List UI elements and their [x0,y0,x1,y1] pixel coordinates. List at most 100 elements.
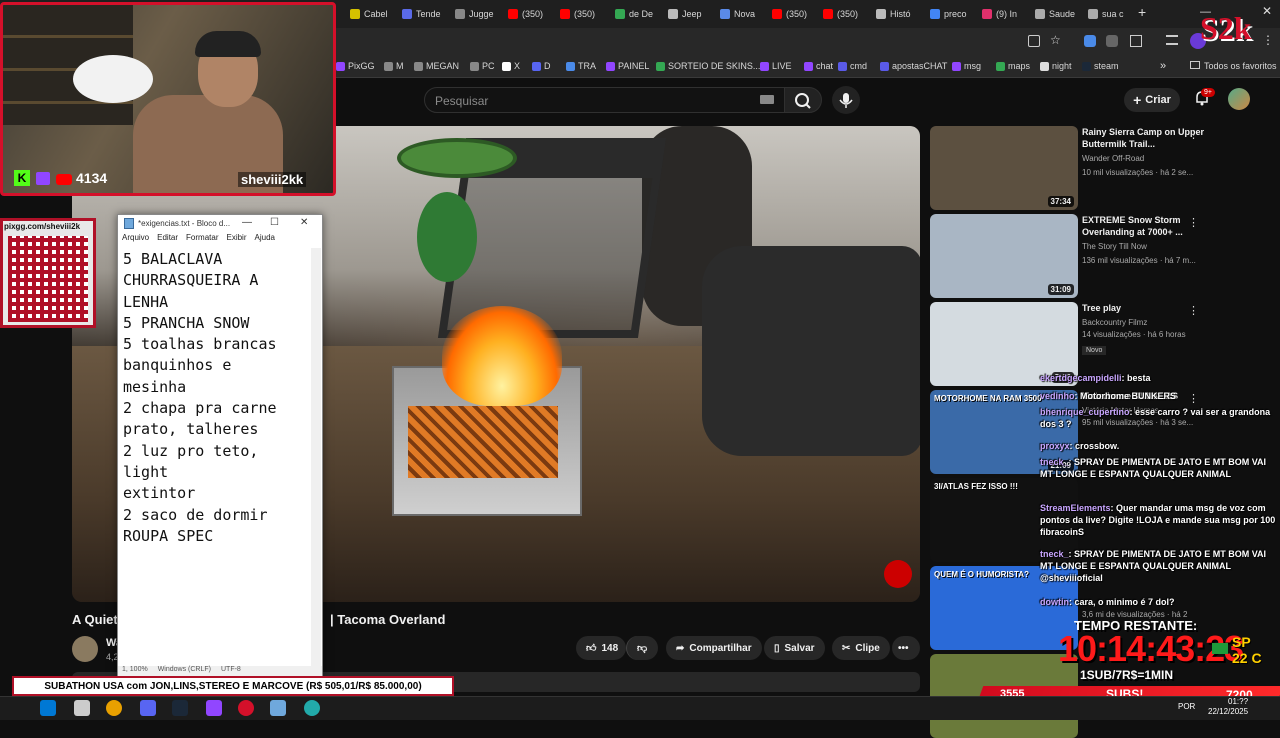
save-button[interactable]: ▯ Salvar [764,636,825,660]
clip-button[interactable]: ✂ Clipe [832,636,890,660]
bookmark-item[interactable]: TRA [566,61,596,71]
recommendation-channel[interactable]: The Story Till Now [1082,242,1147,251]
bookmark-item[interactable]: MEGAN [414,61,459,71]
browser-tab[interactable]: (350) [823,5,871,23]
browser-tab[interactable]: (350) [560,5,608,23]
system-clock[interactable]: 01:?? 22/12/2025 [1208,697,1248,717]
bookmark-item[interactable]: chat [804,61,833,71]
all-favorites-folder[interactable]: Todos os favoritos [1190,61,1277,71]
notepad-close-button[interactable]: ✕ [300,217,308,228]
recommendation-thumbnail[interactable]: 37:34 [930,126,1078,210]
bookmark-item[interactable]: M [384,61,404,71]
bookmark-item[interactable]: X [502,61,520,71]
bookmark-item[interactable]: maps [996,61,1030,71]
browser-tab[interactable]: Jugge [455,5,503,23]
chrome-icon[interactable] [106,700,122,716]
extension-icon[interactable] [1084,35,1096,47]
recommendation-menu-icon[interactable]: ⋮ [1188,216,1199,229]
notepad-scrollbar[interactable] [311,248,321,666]
recommendation-thumbnail[interactable]: 31:09 [930,214,1078,298]
browser-tab[interactable]: de De [615,5,663,23]
recommendation-title[interactable]: Rainy Sierra Camp on Upper Buttermilk Tr… [1082,126,1224,150]
extension-icon[interactable] [1106,35,1118,47]
browser-tab[interactable]: Tende [402,5,450,23]
bookmark-favicon-icon [470,61,479,71]
dislike-button[interactable]: 👎︎ [626,636,658,660]
recommendation-channel[interactable]: Wander Off-Road [1082,154,1144,163]
menu-edit[interactable]: Editar [157,233,178,247]
browser-tab[interactable]: (9) In [982,5,1030,23]
menu-view[interactable]: Exibir [226,233,246,247]
recommendation-item[interactable]: 37:34 Rainy Sierra Camp on Upper Buttermi… [930,126,1270,210]
keyboard-icon[interactable] [760,95,774,104]
browser-tab[interactable]: Saude [1035,5,1083,23]
search-button[interactable] [784,87,822,113]
recommendation-menu-icon[interactable]: ⋮ [1188,128,1199,141]
browser-tab[interactable]: preco [930,5,978,23]
like-button[interactable]: 👍︎ 148 [576,636,626,660]
bookmark-item[interactable]: D [532,61,551,71]
chat-text: : SPRAY DE PIMENTA DE JATO E MT BOM VAI … [1040,457,1267,479]
account-avatar[interactable] [1228,88,1250,110]
browser-tab[interactable]: (350) [772,5,820,23]
browser-tab[interactable]: (350) [508,5,556,23]
bookmark-item[interactable]: LIVE [760,61,792,71]
puzzle-icon[interactable] [1130,35,1142,47]
recommendation-channel[interactable]: Backcountry Filmz [1082,318,1147,327]
recommendation-menu-icon[interactable]: ⋮ [1188,304,1199,317]
new-tab-button[interactable]: + [1138,4,1146,20]
star-icon[interactable]: ☆ [1050,33,1061,47]
subscribe-watermark-icon[interactable] [884,560,912,588]
notepad-minimize-button[interactable]: — [242,217,252,228]
store-icon[interactable] [74,700,90,716]
obs-icon[interactable] [238,700,254,716]
bookmark-item[interactable]: steam [1082,61,1119,71]
menu-kebab-icon[interactable]: ⋮ [1262,33,1274,47]
language-indicator[interactable]: POR [1178,702,1195,711]
screenshot-icon[interactable] [1028,35,1040,47]
thumbnail-text: 3I/ATLAS FEZ ISSO !!! [934,482,1018,491]
create-button[interactable]: + Criar [1124,88,1180,112]
bookmark-item[interactable]: apostasCHAT [880,61,947,71]
bookmark-item[interactable]: cmd [838,61,867,71]
search-input[interactable]: Pesquisar [424,87,786,113]
recommendation-title[interactable]: EXTREME Snow Storm Overlanding at 7000+ … [1082,214,1224,238]
tab-label: Jugge [469,9,494,19]
menu-format[interactable]: Formatar [186,233,218,247]
bookmark-item[interactable]: SORTEIO DE SKINS... [656,61,760,71]
menu-file[interactable]: Arquivo [122,233,149,247]
bookmark-item[interactable]: msg [952,61,981,71]
window-close-icon[interactable]: ✕ [1262,4,1272,18]
discord-icon[interactable] [140,700,156,716]
more-actions-button[interactable]: ••• [892,636,920,660]
channel-avatar[interactable] [72,636,98,662]
notepad-taskbar-icon[interactable] [270,700,286,716]
windows-start-icon[interactable] [40,700,56,716]
app-icon[interactable] [206,700,222,716]
bookmark-item[interactable]: night [1040,61,1072,71]
notepad-maximize-button[interactable]: ☐ [270,217,279,228]
bookmark-item[interactable]: PAINEL [606,61,649,71]
reading-list-icon[interactable] [1166,35,1178,45]
tab-label: (350) [522,9,544,19]
bookmark-item[interactable]: PC [470,61,495,71]
steam-icon[interactable] [172,700,188,716]
browser-tab[interactable]: Cabel [350,5,398,23]
share-button[interactable]: ➦ Compartilhar [666,636,762,660]
chat-username: tneck_ [1040,549,1069,559]
browser-tab[interactable]: Histó [876,5,924,23]
browser-tab[interactable]: Jeep [668,5,716,23]
chat-message: bhenrique_cupertino: esse carro ? vai se… [1040,406,1276,430]
recommendation-title[interactable]: Tree play [1082,302,1224,314]
browser-tab[interactable]: Nova [720,5,768,23]
app-icon[interactable] [304,700,320,716]
notepad-text-area[interactable]: 5 BALACLAVA CHURRASQUEIRA A LENHA 5 PRAN… [123,249,313,547]
voice-search-button[interactable] [832,86,860,114]
chat-username: proxyx [1040,441,1070,451]
thumbnail-text: MOTORHOME NA RAM 3500 [934,394,1042,403]
menu-help[interactable]: Ajuda [255,233,275,247]
bookmarks-more-button[interactable]: » [1160,60,1166,72]
bookmark-item[interactable]: PixGG [336,61,375,71]
browser-tab[interactable]: sua c [1088,5,1136,23]
recommendation-item[interactable]: 31:09 EXTREME Snow Storm Overlanding at 7… [930,214,1270,298]
